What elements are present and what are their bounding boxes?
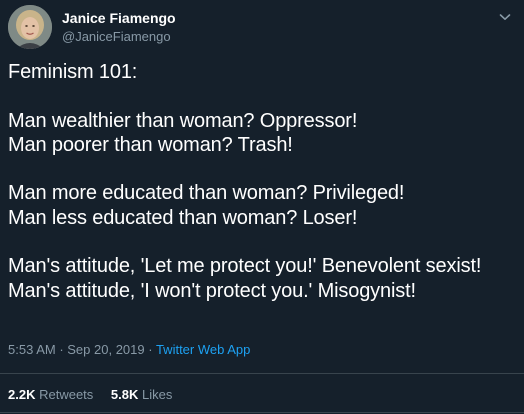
retweets-count: 2.2K xyxy=(8,387,36,402)
tweet-card: Janice Fiamengo @JaniceFiamengo Feminism… xyxy=(0,0,524,414)
tweet-line: Man wealthier than woman? Oppressor! xyxy=(8,109,358,132)
tweet-date[interactable]: Sep 20, 2019 xyxy=(67,342,144,357)
tweet-line: Man poorer than woman? Trash! xyxy=(8,133,293,156)
tweet-stats: 2.2K Retweets 5.8K Likes xyxy=(8,386,186,404)
divider xyxy=(0,412,524,413)
likes-count: 5.8K xyxy=(110,387,139,402)
tweet-meta: 5:53 AM · Sep 20, 2019 · Twitter Web App xyxy=(8,341,250,359)
avatar-image xyxy=(8,5,52,49)
avatar[interactable] xyxy=(8,5,52,49)
author-handle[interactable]: @JaniceFiamengo xyxy=(62,28,176,45)
tweet-line: Man's attitude, 'I won't protect you.' M… xyxy=(8,279,416,302)
tweet-line: Man's attitude, 'Let me protect you!' Be… xyxy=(8,255,482,278)
meta-separator: · xyxy=(144,342,156,357)
meta-separator: · xyxy=(55,342,68,357)
tweet-text: Feminism 101: Man wealthier than woman? … xyxy=(8,60,514,303)
tweet-line: Feminism 101: xyxy=(8,61,138,83)
retweets-label: Retweets xyxy=(39,387,94,402)
tweet-line: Man less educated than woman? Loser! xyxy=(8,206,358,229)
source-app-link[interactable]: Twitter Web App xyxy=(156,342,250,357)
likes-label: Likes xyxy=(142,387,173,402)
tweet-time[interactable]: 5:53 AM xyxy=(8,342,56,357)
tweet-line: Man more educated than woman? Privileged… xyxy=(8,182,405,205)
likes-stat[interactable]: 5.8K Likes xyxy=(111,387,172,402)
author-display-name[interactable]: Janice Fiamengo xyxy=(62,9,176,27)
tweet-header: Janice Fiamengo @JaniceFiamengo xyxy=(8,4,176,50)
retweets-stat[interactable]: 2.2K Retweets xyxy=(8,387,93,402)
author-names: Janice Fiamengo @JaniceFiamengo xyxy=(62,9,176,45)
chevron-down-icon[interactable] xyxy=(496,8,514,26)
divider xyxy=(0,373,524,374)
